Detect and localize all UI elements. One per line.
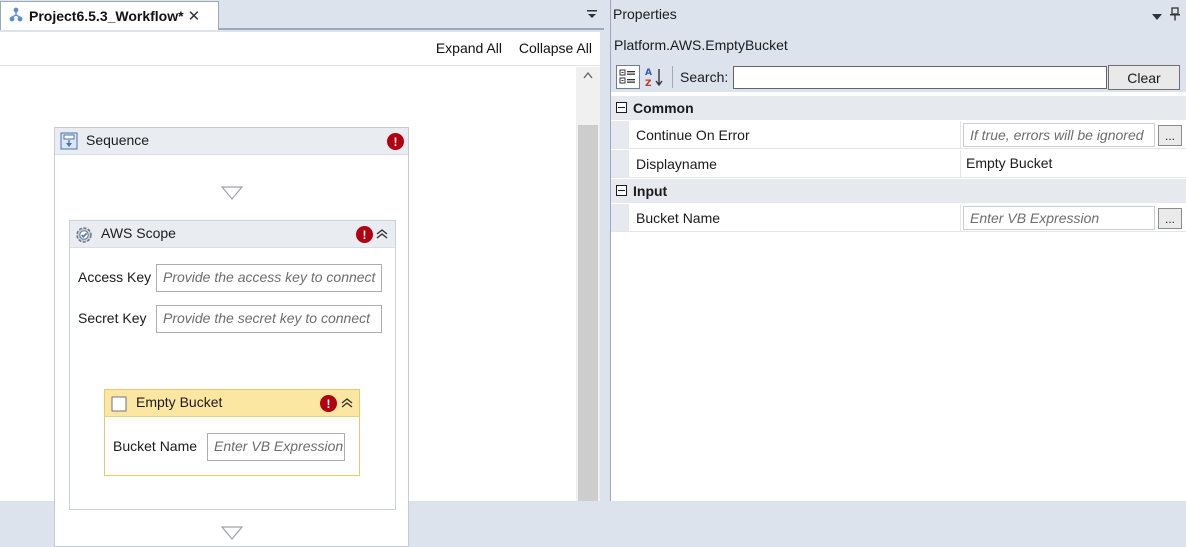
scroll-up-icon[interactable] (576, 71, 600, 85)
categorized-view-icon[interactable] (616, 65, 640, 89)
svg-text:Z: Z (645, 79, 652, 88)
secret-key-input[interactable]: Provide the secret key to connect (156, 305, 382, 333)
bucket-name-property-input[interactable]: Enter VB Expression (963, 206, 1155, 230)
empty-bucket-header[interactable]: Empty Bucket ! (105, 390, 359, 417)
property-name: Displayname (636, 156, 717, 172)
properties-titlebar: Properties (611, 0, 1186, 30)
tab-project-workflow[interactable]: Project6.5.3_Workflow* ✕ (0, 1, 219, 30)
property-row-bucket-name[interactable]: Bucket Name Enter VB Expression ... (611, 204, 1186, 232)
dropdown-icon[interactable] (1151, 9, 1163, 20)
tab-dropdown-icon[interactable] (585, 7, 599, 21)
displayname-value[interactable]: Empty Bucket (966, 155, 1052, 171)
search-label: Search: (680, 69, 729, 85)
drop-arrow-icon[interactable] (220, 186, 244, 203)
access-key-input[interactable]: Provide the access key to connect (156, 264, 382, 292)
property-name: Bucket Name (636, 210, 721, 226)
expression-editor-button[interactable]: ... (1158, 125, 1182, 146)
collapse-minus-icon[interactable] (616, 102, 627, 113)
bucket-name-input[interactable]: Enter VB Expression (207, 433, 345, 461)
bucket-name-label: Bucket Name (113, 438, 198, 454)
expression-editor-button[interactable]: ... (1158, 208, 1182, 229)
secret-key-label: Secret Key (78, 310, 147, 326)
property-row-continue-on-error[interactable]: Continue On Error If true, errors will b… (611, 121, 1186, 149)
category-input[interactable]: Input (611, 179, 1186, 203)
properties-toolbar: A Z Search: Clear (611, 62, 1186, 92)
properties-type-header: Platform.AWS.EmptyBucket (611, 30, 1186, 62)
scrollbar-thumb[interactable] (578, 125, 598, 501)
document-tab-strip: Project6.5.3_Workflow* ✕ (0, 0, 604, 30)
gear-check-icon (74, 225, 94, 248)
error-icon: ! (356, 226, 373, 243)
designer-canvas: Expand All Collapse All Sequence ! AWS S… (0, 32, 600, 547)
sequence-title: Sequence (86, 132, 150, 148)
empty-bucket-activity[interactable]: Empty Bucket ! Bucket Name Enter VB Expr… (104, 389, 360, 476)
vertical-scrollbar[interactable] (576, 67, 600, 501)
property-grid: Common Continue On Error If true, errors… (611, 94, 1186, 501)
aws-scope-header[interactable]: AWS Scope ! (70, 221, 395, 248)
expand-all-link[interactable]: Expand All (436, 40, 502, 56)
error-icon: ! (320, 395, 337, 412)
collapse-minus-icon[interactable] (616, 185, 627, 196)
designer-surface: Sequence ! AWS Scope ! Access Key Provid… (0, 67, 576, 547)
designer-toolbar: Expand All Collapse All (0, 32, 600, 66)
selected-type-name: Platform.AWS.EmptyBucket (614, 37, 788, 53)
sequence-activity[interactable]: Sequence ! AWS Scope ! Access Key Provid… (54, 127, 409, 547)
category-common[interactable]: Common (611, 96, 1186, 120)
tab-title: Project6.5.3_Workflow* (29, 8, 184, 24)
clear-button[interactable]: Clear (1108, 65, 1180, 90)
aws-scope-activity[interactable]: AWS Scope ! Access Key Provide the acces… (69, 220, 396, 510)
property-row-displayname[interactable]: Displayname Empty Bucket (611, 150, 1186, 178)
pin-icon[interactable] (1169, 7, 1181, 21)
properties-title: Properties (613, 6, 677, 22)
close-icon[interactable]: ✕ (188, 7, 201, 25)
drop-arrow-icon[interactable] (220, 526, 244, 543)
error-icon: ! (387, 133, 404, 150)
sequence-icon (60, 132, 78, 153)
collapse-all-link[interactable]: Collapse All (519, 40, 592, 56)
properties-pane: Properties Platform.AWS.EmptyBucket A Z … (610, 0, 1186, 501)
svg-text:A: A (645, 68, 652, 78)
search-input[interactable] (733, 66, 1107, 89)
property-name: Continue On Error (636, 127, 750, 143)
alphabetical-sort-icon[interactable]: A Z (643, 65, 667, 89)
aws-scope-title: AWS Scope (101, 225, 176, 241)
toolbar-separator (672, 66, 673, 88)
collapse-chevron-icon[interactable] (340, 396, 354, 410)
continue-on-error-input[interactable]: If true, errors will be ignored (963, 123, 1155, 147)
activity-box-icon (111, 396, 127, 415)
workflow-designer-pane: Project6.5.3_Workflow* ✕ Expand All Coll… (0, 0, 604, 547)
sequence-header[interactable]: Sequence ! (55, 128, 408, 155)
empty-bucket-title: Empty Bucket (136, 394, 223, 410)
category-label: Common (633, 100, 694, 116)
access-key-label: Access Key (78, 269, 152, 285)
category-label: Input (633, 183, 668, 199)
workflow-project-icon (9, 7, 23, 26)
collapse-chevron-icon[interactable] (375, 227, 389, 241)
